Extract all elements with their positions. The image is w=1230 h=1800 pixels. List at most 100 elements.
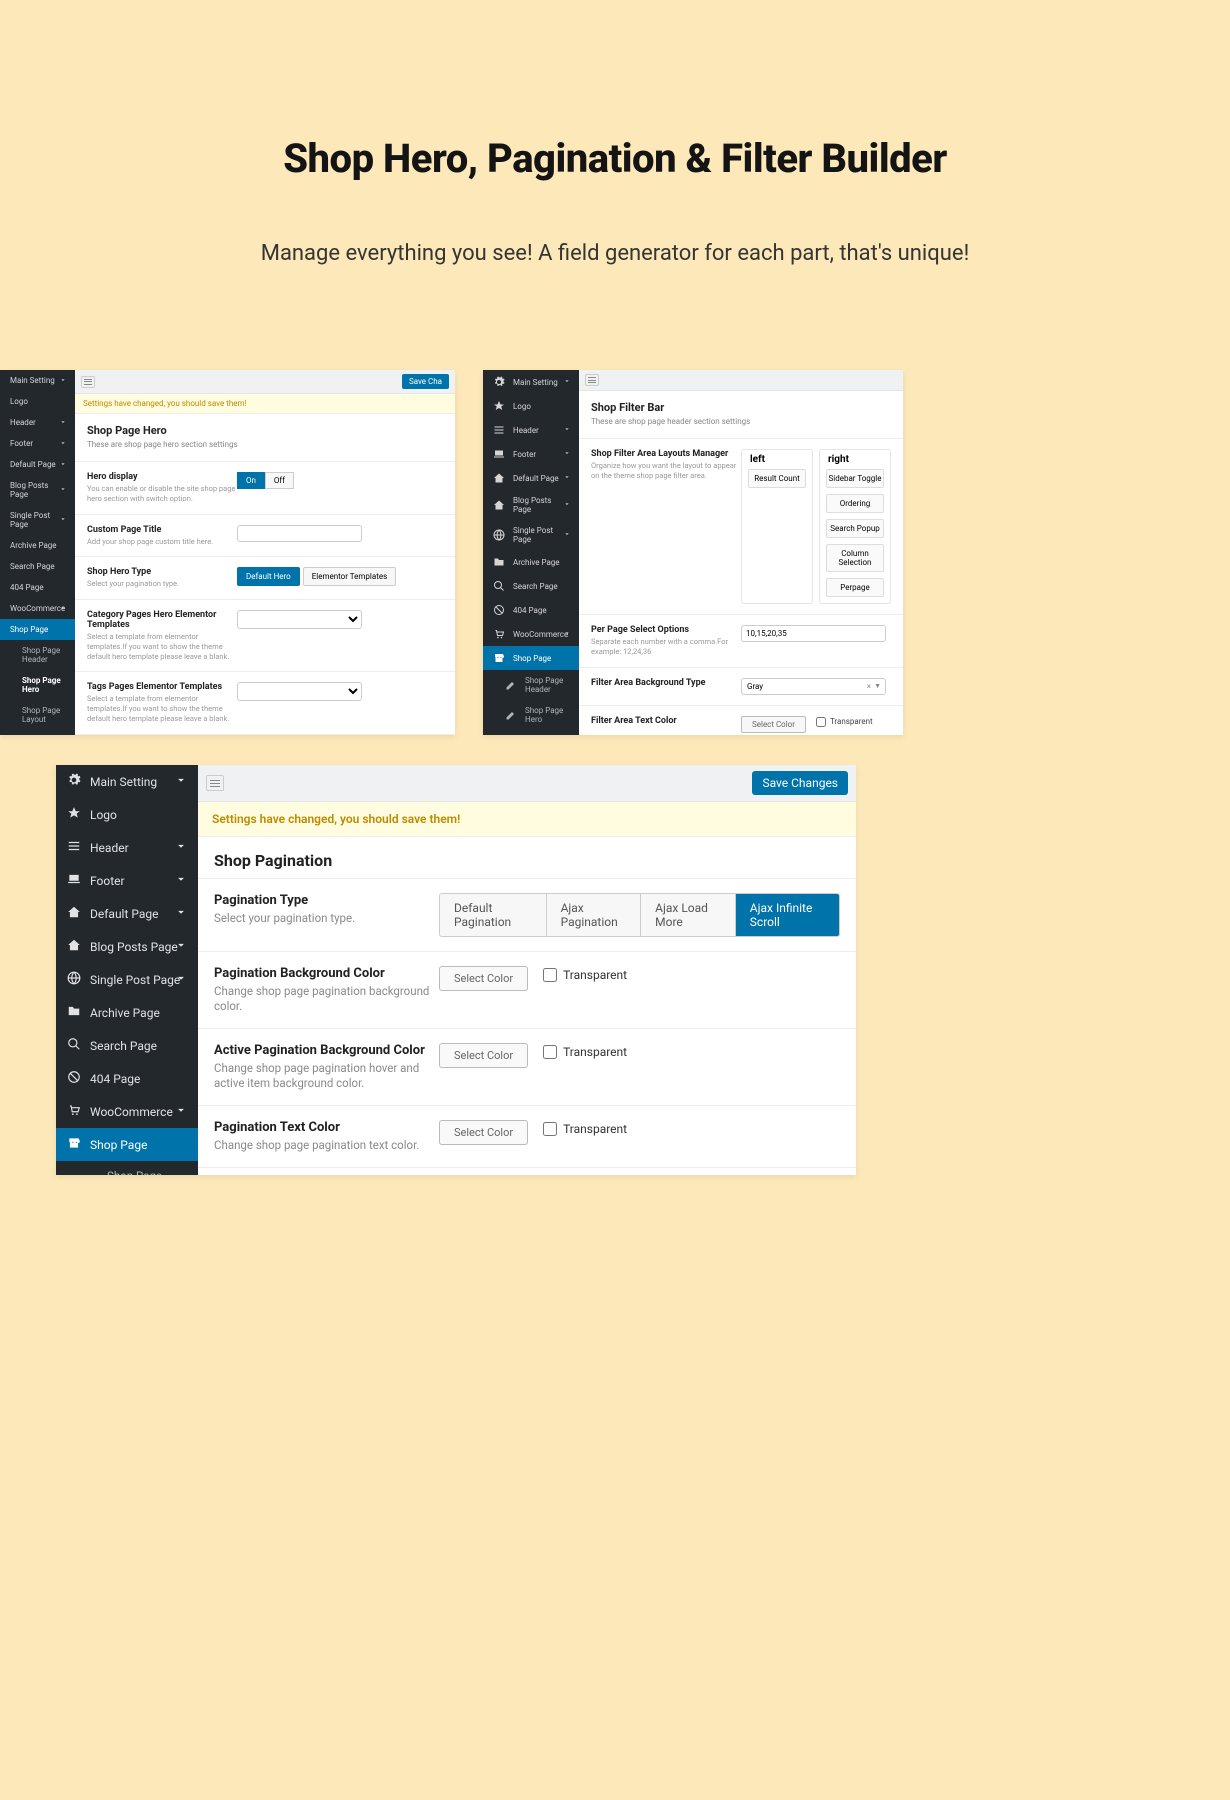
sidebar-item[interactable]: Shop Page (483, 646, 579, 670)
sidebar-item[interactable]: Search Page (56, 1029, 198, 1062)
sidebar-item[interactable]: Header (0, 412, 75, 433)
sidebar-item[interactable]: Shop Page Header (0, 640, 75, 670)
zone-item[interactable]: Column Selection (826, 544, 884, 572)
zone-item[interactable]: Result Count (748, 469, 806, 488)
category-template-select[interactable] (237, 610, 362, 629)
sidebar-item[interactable]: Shop Page Layout (0, 700, 75, 730)
help-text: Add your shop page custom title here. (87, 537, 237, 547)
sidebar-item[interactable]: WooCommerce (0, 598, 75, 619)
sidebar: Main SettingLogoHeaderFooterDefault Page… (0, 370, 75, 735)
option[interactable]: Ajax Infinite Scroll (736, 894, 839, 936)
help-text: Separate each number with a comma.For ex… (591, 637, 741, 657)
sidebar-item[interactable]: Footer (0, 433, 75, 454)
sidebar-item[interactable]: Search Page (0, 556, 75, 577)
textcolor-button[interactable]: Select Color (741, 716, 806, 733)
zone-item[interactable]: Perpage (826, 578, 884, 597)
transparent-checkbox[interactable]: Transparent (816, 717, 873, 727)
label: Shop Filter Area Layouts Manager (591, 449, 741, 459)
bars-icon (67, 839, 81, 856)
home-icon (67, 905, 81, 922)
perpage-input[interactable] (741, 625, 886, 642)
help-text: Organize how you want the layout to appe… (591, 461, 741, 481)
label: Filter Area Background Type (591, 678, 741, 688)
sidebar-item[interactable]: Shop Page Header (483, 670, 579, 700)
sidebar-item[interactable]: Main Setting (56, 765, 198, 798)
sidebar-item[interactable]: Single Post Page (0, 505, 75, 535)
help-text: Select a template from elementor templat… (87, 632, 237, 661)
select-color-button[interactable]: Select Color (439, 1043, 528, 1068)
custom-title-input[interactable] (237, 525, 362, 542)
sidebar-item[interactable]: Blog Posts Page (0, 475, 75, 505)
content: Save Cha Settings have changed, you shou… (75, 370, 455, 735)
sidebar-item[interactable]: 404 Page (0, 577, 75, 598)
layout-zone-right[interactable]: right Sidebar ToggleOrderingSearch Popup… (819, 449, 891, 604)
zone-item[interactable]: Search Popup (826, 519, 884, 538)
hero-type-buttons[interactable]: Default HeroElementor Templates (237, 567, 443, 586)
notice-bar: Settings have changed, you should save t… (75, 394, 455, 414)
layout-zone-left[interactable]: left Result Count (741, 449, 813, 604)
search-icon (67, 1037, 81, 1054)
sidebar-item[interactable]: Shop Page Layout (483, 730, 579, 735)
label: Pagination Type (214, 893, 439, 908)
help-text: Select your pagination type. (87, 579, 237, 589)
sidebar-item[interactable]: Main Setting (0, 370, 75, 391)
page-headline: Shop Hero, Pagination & Filter Builder (50, 135, 1180, 182)
save-button[interactable]: Save Cha (402, 374, 449, 389)
transparent-checkbox[interactable]: Transparent (543, 1045, 627, 1059)
page-subhead: Manage everything you see! A field gener… (50, 237, 1180, 270)
transparent-checkbox[interactable]: Transparent (543, 1122, 627, 1136)
hamburger-icon[interactable] (206, 775, 224, 791)
option[interactable]: Ajax Pagination (547, 894, 642, 936)
label: Category Pages Hero Elementor Templates (87, 610, 237, 630)
bgtype-select[interactable]: Gray×▼ (741, 678, 886, 695)
content: Shop Filter Bar These are shop page head… (579, 370, 903, 735)
help-text: Change shop page pagination hover and ac… (214, 1061, 439, 1091)
hero-display-switch[interactable]: OnOff (237, 472, 294, 489)
content: Save Changes Settings have changed, you … (198, 765, 856, 1175)
sidebar-item[interactable]: Default Page (56, 897, 198, 930)
label: Tags Pages Elementor Templates (87, 682, 237, 692)
sidebar-item[interactable]: Header (56, 831, 198, 864)
tag-template-select[interactable] (237, 682, 362, 701)
sidebar-item[interactable]: Shop Page Hero (0, 670, 75, 700)
section-title: Shop Filter Bar (591, 401, 891, 414)
help-text: You can enable or disable the site shop … (87, 484, 237, 504)
sidebar-item[interactable]: Shop Page (0, 619, 75, 640)
sidebar-item[interactable]: Logo (0, 391, 75, 412)
sidebar-item[interactable]: Blog Posts Page (56, 930, 198, 963)
option[interactable]: Elementor Templates (303, 567, 396, 586)
select-color-button[interactable]: Select Color (439, 1120, 528, 1145)
option[interactable]: Ajax Load More (641, 894, 736, 936)
sidebar-item[interactable]: Footer (56, 864, 198, 897)
toolbar: Save Changes (198, 765, 856, 802)
save-button[interactable]: Save Changes (752, 771, 848, 795)
sidebar-item[interactable]: WooCommerce (56, 1095, 198, 1128)
transparent-checkbox[interactable]: Transparent (543, 968, 627, 982)
home-icon (67, 938, 81, 955)
zone-item[interactable]: Sidebar Toggle (826, 469, 884, 488)
pencil-icon (84, 1175, 98, 1176)
sidebar-item[interactable]: Archive Page (56, 996, 198, 1029)
sidebar-item[interactable]: Shop Page Hero (483, 700, 579, 730)
sidebar-item[interactable]: Shop Page Header (56, 1161, 198, 1175)
sidebar-item[interactable]: 404 Page (56, 1062, 198, 1095)
section-title: Shop Pagination (214, 851, 840, 870)
select-color-button[interactable]: Select Color (439, 966, 528, 991)
sidebar: Main SettingLogoHeaderFooterDefault Page… (56, 765, 198, 1175)
label: Pagination Text Color (214, 1120, 439, 1135)
sidebar-item[interactable]: Default Page (0, 454, 75, 475)
option[interactable]: Default Hero (237, 567, 300, 586)
sidebar-item[interactable]: Shop Filter Bar (0, 730, 75, 735)
sidebar-item[interactable]: Shop Page (56, 1128, 198, 1161)
help-text: Select your pagination type. (214, 911, 439, 926)
sidebar-item[interactable]: Archive Page (0, 535, 75, 556)
zone-item[interactable]: Ordering (826, 494, 884, 513)
option[interactable]: Default Pagination (440, 894, 547, 936)
help-text: Select a template from elementor templat… (87, 694, 237, 723)
notice-bar: Settings have changed, you should save t… (198, 802, 856, 837)
hamburger-icon[interactable] (585, 374, 599, 386)
sidebar-item[interactable]: Single Post Page (56, 963, 198, 996)
sidebar-item[interactable]: Logo (56, 798, 198, 831)
pagination-type-segment[interactable]: Default PaginationAjax PaginationAjax Lo… (439, 893, 840, 937)
hamburger-icon[interactable] (81, 376, 95, 388)
